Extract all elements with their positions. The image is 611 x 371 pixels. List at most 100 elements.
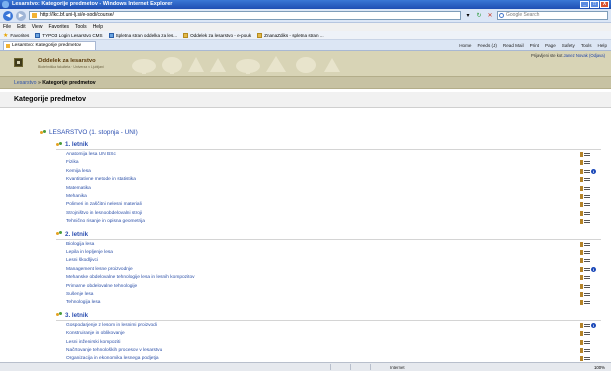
key-icon[interactable]	[584, 293, 590, 296]
book-icon[interactable]	[580, 283, 583, 289]
stop-icon[interactable]: ✕	[486, 12, 494, 20]
menu-tools[interactable]: Tools	[75, 23, 87, 31]
course-link[interactable]: Mehanske obdelovalne tehnologije lesa in…	[66, 275, 195, 280]
course-link[interactable]: Management lesne proizvodnje	[66, 267, 133, 272]
key-icon[interactable]	[584, 169, 590, 173]
course-link[interactable]: Gospodarjenje z lesom in lesnimi proizvo…	[66, 323, 157, 328]
key-icon[interactable]	[584, 323, 590, 327]
book-icon[interactable]	[580, 331, 583, 337]
menu-edit[interactable]: Edit	[17, 23, 26, 31]
menu-view[interactable]: View	[32, 23, 43, 31]
course-link[interactable]: Tehnologija lesa	[66, 300, 100, 305]
favorite-link[interactable]: Spletna stran oddelka za les...	[108, 32, 177, 38]
key-icon[interactable]	[584, 267, 590, 271]
maximize-button[interactable]: □	[590, 1, 599, 8]
page-menu[interactable]: Page	[545, 41, 556, 50]
minimize-button[interactable]: _	[580, 1, 589, 8]
course-link[interactable]: Tehnično risanje in opisna geometrija	[66, 219, 145, 224]
key-icon[interactable]	[584, 251, 590, 254]
user-link[interactable]: Janez Novak	[564, 53, 588, 58]
key-icon[interactable]	[584, 357, 590, 361]
key-icon[interactable]	[584, 211, 590, 215]
key-icon[interactable]	[584, 259, 590, 263]
key-icon[interactable]	[584, 276, 590, 280]
book-icon[interactable]	[580, 300, 583, 306]
course-link[interactable]: Načrtovanje tehnoloških procesov v lesar…	[66, 348, 162, 353]
menu-favorites[interactable]: Favorites	[48, 23, 69, 31]
course-link[interactable]: Lepila in lepljenje lesa	[66, 250, 113, 255]
info-icon[interactable]: i	[591, 168, 596, 174]
key-icon[interactable]	[584, 195, 590, 198]
course-link[interactable]: Primarne obdelovalne tehnologije	[66, 284, 137, 289]
key-icon[interactable]	[584, 186, 590, 190]
key-icon[interactable]	[584, 242, 590, 246]
key-icon[interactable]	[584, 349, 590, 352]
book-icon[interactable]	[580, 177, 583, 183]
book-icon[interactable]	[580, 202, 583, 208]
course-link[interactable]: Kvantitativne metode in statistika	[66, 177, 136, 182]
dropdown-icon[interactable]: ▾	[464, 12, 472, 20]
info-icon[interactable]: i	[591, 266, 596, 272]
course-link[interactable]: Organizacija in ekonomika lesnega podjet…	[66, 356, 159, 361]
safety-menu[interactable]: Safety	[562, 41, 575, 50]
favorite-link[interactable]: ZnanaZdiks - spletna stran ...	[257, 32, 324, 38]
course-link[interactable]: Kemija lesa	[66, 169, 91, 174]
feeds-button[interactable]: Feeds (J)	[478, 41, 497, 50]
refresh-icon[interactable]: ↻	[475, 12, 483, 20]
course-link[interactable]: Anatomija lesa UN BSc	[66, 152, 116, 157]
subcategory-link[interactable]: 3. letnik	[56, 312, 88, 319]
close-button[interactable]: X	[600, 1, 609, 8]
course-link[interactable]: Matematika	[66, 186, 91, 191]
zoom-level[interactable]: 100%	[594, 364, 605, 371]
book-icon[interactable]	[580, 250, 583, 255]
key-icon[interactable]	[584, 284, 590, 288]
course-link[interactable]: Strojništvo in lesnoobdelovalni stroji	[66, 211, 142, 216]
course-link[interactable]: Lesni škodljivci	[66, 258, 98, 263]
book-icon[interactable]	[580, 152, 583, 157]
course-link[interactable]: Polimeri in zaščitni nelesni materiali	[66, 202, 142, 207]
book-icon[interactable]	[580, 160, 583, 166]
info-icon[interactable]: i	[591, 322, 596, 328]
course-link[interactable]: Fizika	[66, 160, 79, 165]
back-button[interactable]: ◀	[3, 10, 13, 21]
book-icon[interactable]	[580, 168, 583, 174]
book-icon[interactable]	[580, 210, 583, 216]
print-button[interactable]: Print	[530, 41, 539, 50]
home-button[interactable]: Home	[459, 41, 471, 50]
book-icon[interactable]	[580, 185, 583, 191]
book-icon[interactable]	[580, 241, 583, 247]
search-input[interactable]: Google Search	[497, 11, 608, 20]
book-icon[interactable]	[580, 356, 583, 362]
menu-file[interactable]: File	[3, 23, 11, 31]
tools-menu[interactable]: Tools	[581, 41, 592, 50]
book-icon[interactable]	[580, 348, 583, 353]
subcategory-link[interactable]: 1. letnik	[56, 141, 88, 148]
key-icon[interactable]	[584, 161, 590, 165]
book-icon[interactable]	[580, 339, 583, 345]
course-link[interactable]: Mehanika	[66, 194, 87, 199]
menu-help[interactable]: Help	[93, 23, 103, 31]
key-icon[interactable]	[584, 153, 590, 156]
favorite-link[interactable]: TYPO3 Login Lesarstvo CMS	[35, 32, 103, 38]
book-icon[interactable]	[580, 322, 583, 328]
course-link[interactable]: Lesni inženirski kompoziti	[66, 340, 120, 345]
book-icon[interactable]	[580, 219, 583, 225]
tab-lesarstvo[interactable]: Lesarstvo: Kategorije predmetov	[3, 41, 97, 50]
key-icon[interactable]	[584, 340, 590, 344]
course-link[interactable]: Sušenje lesa	[66, 292, 93, 297]
subcategory-link[interactable]: 2. letnik	[56, 231, 88, 238]
course-link[interactable]: Konstruiranje in oblikovanje	[66, 331, 125, 336]
category-link[interactable]: LESARSTVO (1. stopnja - UNI)	[40, 129, 138, 136]
book-icon[interactable]	[580, 292, 583, 297]
forward-button[interactable]: ▶	[16, 10, 26, 21]
favorite-link[interactable]: Oddelek za lesarstvo - e-pouk	[183, 32, 251, 38]
logout-link[interactable]: (Odjava)	[589, 53, 605, 58]
key-icon[interactable]	[584, 178, 590, 182]
book-icon[interactable]	[580, 258, 583, 264]
course-link[interactable]: Biologija lesa	[66, 242, 94, 247]
key-icon[interactable]	[584, 220, 590, 224]
book-icon[interactable]	[580, 275, 583, 281]
read-mail-button[interactable]: Read Mail	[503, 41, 524, 50]
address-input[interactable]: http://lkc.bf.uni-lj.si/e-sodi/course/	[29, 11, 461, 20]
key-icon[interactable]	[584, 301, 590, 305]
